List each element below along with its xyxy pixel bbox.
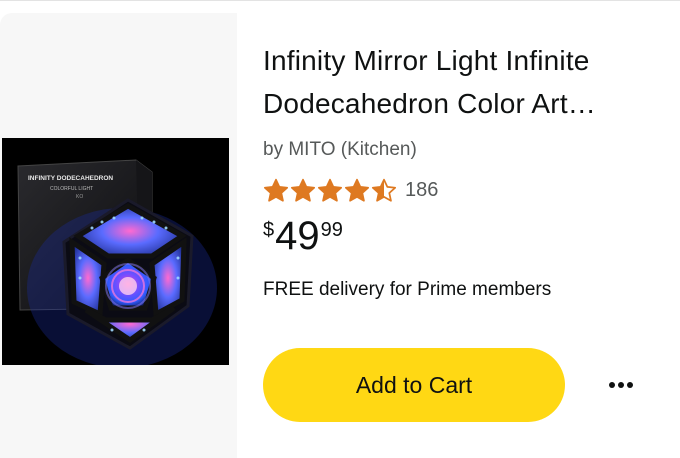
product-title-line1[interactable]: Infinity Mirror Light Infinite	[263, 39, 668, 82]
price-symbol: $	[263, 219, 275, 241]
box-text-line1: INFINITY DODECAHEDRON	[28, 175, 113, 182]
product-brand: by MITO (Kitchen)	[263, 139, 417, 160]
product-card[interactable]: INFINITY DODECAHEDRON COLORFUL LIGHT KO …	[0, 0, 680, 458]
product-image-pane: INFINITY DODECAHEDRON COLORFUL LIGHT KO	[0, 13, 237, 458]
price-fraction: 99	[320, 219, 343, 241]
box-label-text: INFINITY DODECAHEDRON COLORFUL LIGHT KO	[28, 175, 113, 200]
price: $ 49 99	[263, 213, 668, 263]
box-text-line2: COLORFUL LIGHT	[50, 186, 93, 192]
more-options-button[interactable]	[600, 371, 642, 399]
star-full-icon	[290, 178, 316, 202]
price-whole: 49	[275, 214, 320, 258]
star-rating[interactable]	[263, 178, 398, 202]
more-horizontal-icon	[627, 382, 633, 388]
product-image[interactable]: INFINITY DODECAHEDRON COLORFUL LIGHT KO	[2, 138, 229, 365]
delivery-message: FREE delivery for Prime members	[263, 279, 552, 300]
rating-row[interactable]: 186	[263, 177, 668, 203]
more-horizontal-icon	[618, 382, 624, 388]
product-details: Infinity Mirror Light Infinite Dodecahed…	[263, 39, 668, 301]
star-full-icon	[263, 178, 289, 202]
box-text-line3: KO	[76, 194, 83, 200]
star-half-icon	[371, 178, 397, 202]
more-horizontal-icon	[609, 382, 615, 388]
star-full-icon	[317, 178, 343, 202]
add-to-cart-button[interactable]: Add to Cart	[263, 348, 565, 422]
product-title[interactable]: Infinity Mirror Light Infinite Dodecahed…	[263, 39, 668, 125]
product-title-line2[interactable]: Dodecahedron Color Art…	[263, 82, 668, 125]
rating-count[interactable]: 186	[405, 179, 438, 202]
star-full-icon	[344, 178, 370, 202]
